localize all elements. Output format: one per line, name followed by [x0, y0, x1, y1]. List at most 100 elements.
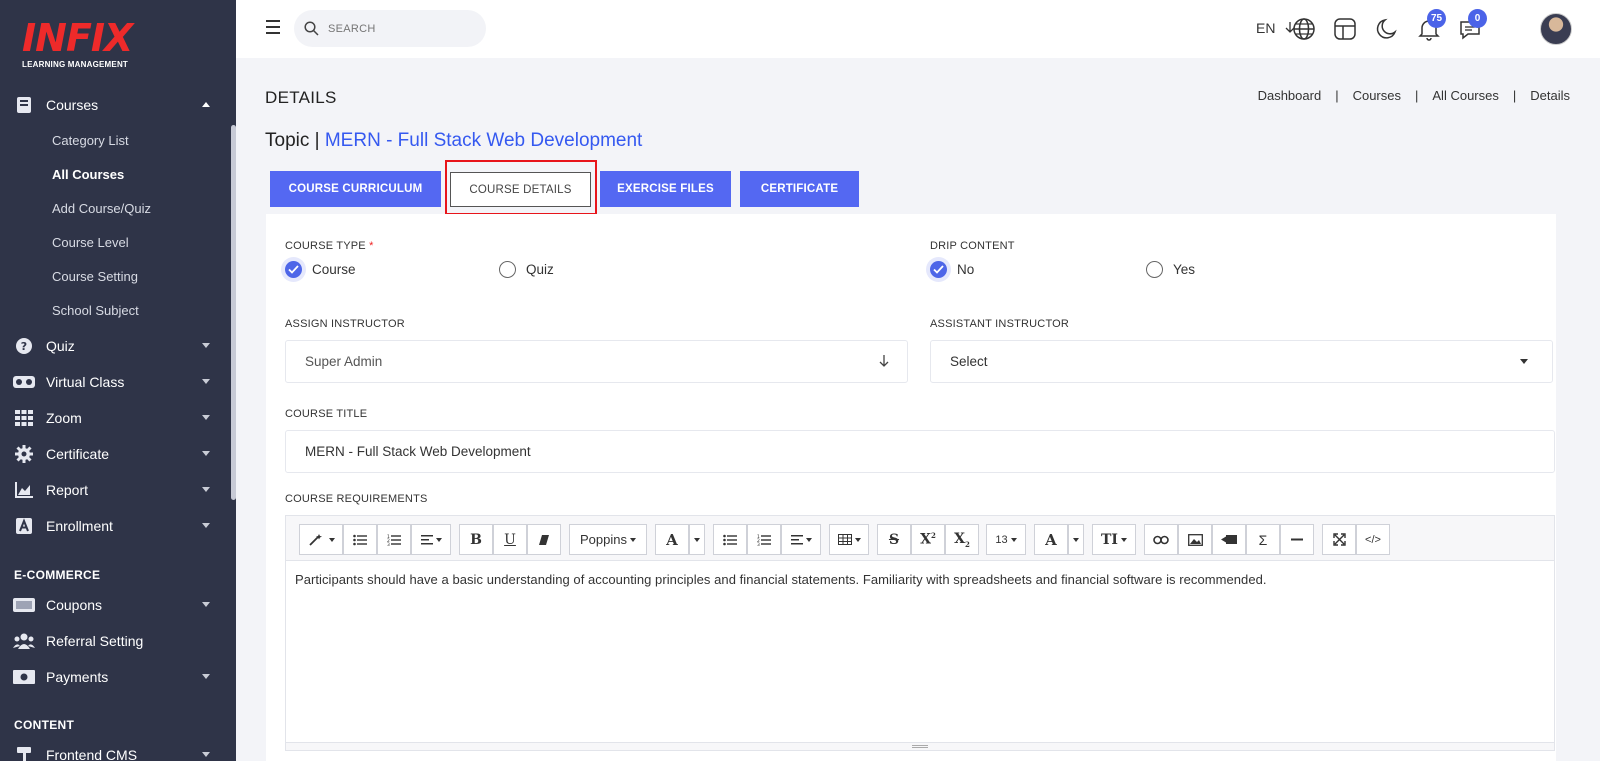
image-icon[interactable]: [1178, 524, 1212, 555]
sidebar-item-payments[interactable]: Payments: [0, 660, 232, 694]
unordered-list-icon[interactable]: [713, 524, 747, 555]
sidebar-item-label: Coupons: [46, 597, 103, 613]
sidebar-subitem-school-subject[interactable]: School Subject: [52, 301, 139, 321]
assign-instructor-select[interactable]: Super Admin: [285, 340, 908, 383]
rich-text-editor[interactable]: 123 B U Poppins A 123 S X2 X2 13 A TI Σ …: [285, 515, 1555, 751]
breadcrumb-all-courses[interactable]: All Courses: [1432, 88, 1498, 103]
radio-drip-content-yes[interactable]: Yes: [1146, 261, 1195, 278]
editor-content[interactable]: Participants should have a basic underst…: [295, 572, 1267, 587]
chevron-down-icon: [202, 602, 210, 607]
bell-icon[interactable]: 75: [1417, 9, 1446, 41]
radio-drip-content-no[interactable]: No: [930, 261, 974, 278]
sidebar-item-certificate[interactable]: Certificate: [0, 437, 232, 471]
breadcrumb-dashboard[interactable]: Dashboard: [1258, 88, 1322, 103]
sidebar-item-referral-setting[interactable]: Referral Setting: [0, 624, 232, 658]
sidebar-item-virtual-class[interactable]: Virtual Class: [0, 365, 232, 399]
search-input[interactable]: [328, 22, 468, 35]
font-size-select[interactable]: 13: [986, 524, 1026, 555]
assistant-instructor-label: ASSISTANT INSTRUCTOR: [930, 318, 1070, 330]
sidebar-item-quiz[interactable]: ? Quiz: [0, 329, 232, 363]
link-icon[interactable]: [1144, 524, 1178, 555]
magic-style-icon[interactable]: [299, 524, 343, 555]
sidebar-item-coupons[interactable]: Coupons: [0, 588, 232, 622]
table-icon[interactable]: [829, 524, 869, 555]
svg-text:?: ?: [21, 340, 27, 353]
topic-name[interactable]: MERN - Full Stack Web Development: [325, 130, 642, 151]
video-icon[interactable]: [1212, 524, 1246, 555]
font-color-dropdown-icon[interactable]: [689, 524, 705, 555]
tab-certificate[interactable]: CERTIFICATE: [740, 171, 859, 207]
unordered-list-icon[interactable]: [343, 524, 377, 555]
subscript-icon[interactable]: X2: [945, 524, 979, 555]
sidebar: INFIX LEARNING MANAGEMENT Courses Catego…: [0, 0, 236, 761]
radio-course-type-quiz[interactable]: Quiz: [499, 261, 554, 278]
topbar: EN 75 0: [236, 0, 1600, 58]
breadcrumb-details[interactable]: Details: [1530, 88, 1570, 103]
math-sigma-icon[interactable]: Σ: [1246, 524, 1280, 555]
text-height-icon[interactable]: TI: [1092, 524, 1136, 555]
align-icon[interactable]: [411, 524, 451, 555]
font-color-icon[interactable]: A: [655, 524, 689, 555]
editor-resize-handle[interactable]: [286, 742, 1554, 750]
radio-label: Yes: [1173, 262, 1196, 277]
eraser-icon[interactable]: [527, 524, 561, 555]
text-color-icon[interactable]: A: [1034, 524, 1068, 555]
sidebar-scrollbar[interactable]: [231, 125, 236, 500]
chevron-down-icon: [202, 752, 210, 757]
superscript-icon[interactable]: X2: [911, 524, 945, 555]
sidebar-item-zoom[interactable]: Zoom: [0, 401, 232, 435]
sidebar-item-label: Zoom: [46, 410, 82, 426]
hamburger-menu-icon[interactable]: [266, 20, 280, 34]
code-view-icon[interactable]: </>: [1356, 524, 1390, 555]
font-family-value: Poppins: [580, 532, 627, 547]
strikethrough-icon[interactable]: S: [877, 524, 911, 555]
sidebar-subitem-all-courses[interactable]: All Courses: [52, 165, 124, 185]
tab-course-curriculum[interactable]: COURSE CURRICULUM: [270, 171, 441, 207]
breadcrumb-separator: |: [1415, 88, 1419, 103]
layout-icon[interactable]: [1333, 17, 1357, 41]
sidebar-item-courses[interactable]: Courses: [0, 88, 232, 122]
bold-icon[interactable]: B: [459, 524, 493, 555]
messages-badge: 0: [1468, 9, 1487, 28]
editor-toolbar: 123 B U Poppins A 123 S X2 X2 13 A TI Σ …: [286, 516, 1554, 561]
radio-course-type-course[interactable]: Course: [285, 261, 356, 278]
sidebar-item-enrollment[interactable]: Enrollment: [0, 509, 232, 543]
course-type-label-text: COURSE TYPE: [285, 240, 366, 252]
sidebar-subitem-category-list[interactable]: Category List: [52, 131, 129, 151]
text-color-dropdown-icon[interactable]: [1068, 524, 1084, 555]
globe-icon[interactable]: [1292, 17, 1316, 41]
assistant-instructor-select[interactable]: Select: [930, 340, 1553, 383]
language-label: EN: [1256, 20, 1276, 36]
moon-icon[interactable]: [1375, 17, 1399, 41]
app-logo[interactable]: INFIX LEARNING MANAGEMENT: [22, 18, 133, 69]
course-title-input[interactable]: MERN - Full Stack Web Development: [285, 430, 1555, 473]
section-title-ecommerce: E-COMMERCE: [14, 568, 101, 582]
sidebar-subitem-course-setting[interactable]: Course Setting: [52, 267, 138, 287]
grip-icon: [912, 745, 928, 748]
search-box[interactable]: [294, 10, 486, 47]
sidebar-subitem-add-course-quiz[interactable]: Add Course/Quiz: [52, 199, 151, 219]
users-icon: [13, 632, 35, 650]
sidebar-item-report[interactable]: Report: [0, 473, 232, 507]
user-avatar[interactable]: [1540, 13, 1572, 45]
logo-subtitle: LEARNING MANAGEMENT: [22, 60, 129, 69]
breadcrumb-courses[interactable]: Courses: [1353, 88, 1401, 103]
horizontal-rule-icon[interactable]: [1280, 524, 1314, 555]
checked-radio-icon: [930, 261, 947, 278]
chat-icon[interactable]: 0: [1458, 9, 1487, 41]
tab-exercise-files[interactable]: EXERCISE FILES: [600, 171, 731, 207]
sidebar-subitem-course-level[interactable]: Course Level: [52, 233, 129, 253]
language-selector[interactable]: EN: [1256, 20, 1295, 36]
paragraph-align-icon[interactable]: [781, 524, 821, 555]
font-family-select[interactable]: Poppins: [569, 524, 647, 555]
question-icon: ?: [13, 337, 35, 355]
ordered-list-icon[interactable]: 123: [747, 524, 781, 555]
fullscreen-icon[interactable]: [1322, 524, 1356, 555]
course-title-label: COURSE TITLE: [285, 408, 368, 420]
coupon-icon: [13, 596, 35, 614]
underline-icon[interactable]: U: [493, 524, 527, 555]
radio-label: Quiz: [526, 262, 554, 277]
sidebar-item-label: Virtual Class: [46, 374, 125, 390]
sidebar-item-frontend-cms[interactable]: Frontend CMS: [0, 738, 232, 761]
ordered-list-icon[interactable]: 123: [377, 524, 411, 555]
